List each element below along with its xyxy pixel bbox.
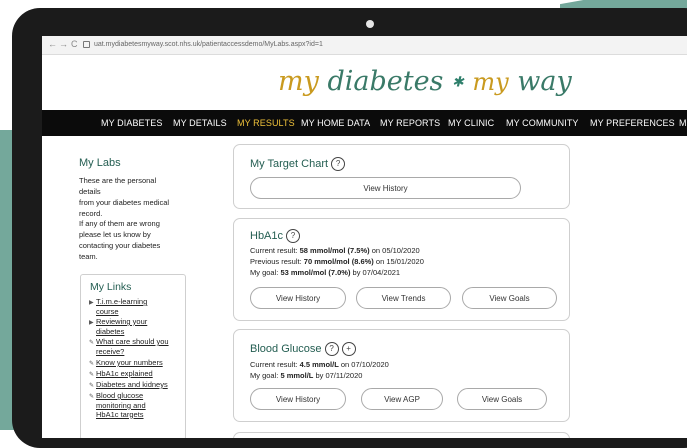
back-arrow-icon[interactable]: ←	[48, 40, 57, 49]
browser-address-bar[interactable]: ← → C uat.mydiabetesmyway.scot.nhs.uk/pa…	[42, 36, 687, 55]
hba1c-previous-result: Previous result: 70 mmol/mol (8.6%) on 1…	[250, 257, 424, 266]
nav-my-diabetes[interactable]: MY DIABETES	[101, 118, 162, 128]
blood-glucose-goal: My goal: 5 mmol/L by 07/11/2020	[250, 371, 363, 380]
help-icon[interactable]: ?	[286, 229, 301, 243]
logo-word-my-2: my	[472, 68, 509, 96]
blood-glucose-title: Blood Glucose? +	[250, 342, 356, 356]
logo-word-way: way	[517, 66, 572, 97]
arrow-bullet-icon: ▶	[89, 320, 94, 326]
sidebar-help-line: team.	[79, 252, 98, 261]
link-diabetes-kidneys[interactable]: ✎ Diabetes and kidneys	[89, 380, 168, 391]
hba1c-view-trends-button[interactable]: View Trends	[356, 287, 451, 309]
reload-icon[interactable]: C	[71, 40, 78, 49]
pdf-bullet-icon: ✎	[89, 361, 95, 367]
blood-glucose-card: Blood Glucose? + Current result: 4.5 mmol…	[233, 329, 570, 422]
sidebar-intro: These are the personal details from your…	[79, 175, 177, 219]
camera-dot	[366, 20, 374, 28]
glucose-view-agp-button[interactable]: View AGP	[361, 388, 443, 410]
forward-arrow-icon[interactable]: →	[59, 40, 68, 49]
blood-glucose-title-text: Blood Glucose	[250, 342, 322, 355]
pdf-bullet-icon: ✎	[89, 340, 95, 346]
hba1c-goal: My goal: 53 mmol/mol (7.0%) by 07/04/202…	[250, 268, 401, 277]
hba1c-view-goals-button[interactable]: View Goals	[462, 287, 557, 309]
help-icon[interactable]: ?	[324, 342, 339, 356]
main-nav: MY DIABETES MY DETAILS MY RESULTS MY HOM…	[42, 110, 687, 136]
target-chart-title: My Target Chart?	[250, 157, 346, 171]
logo-word-my: my	[278, 66, 319, 97]
link-know-numbers[interactable]: ✎ Know your numbers	[89, 358, 163, 369]
link-hba1c-explained[interactable]: ✎ HbA1c explained	[89, 369, 153, 380]
url-text[interactable]: uat.mydiabetesmyway.scot.nhs.uk/patienta…	[94, 41, 323, 48]
help-icon[interactable]: ?	[331, 157, 346, 171]
link-reviewing-diabetes[interactable]: ▶ Reviewing your diabetes	[89, 317, 147, 337]
arrow-bullet-icon: ▶	[89, 300, 94, 306]
my-links-title: My Links	[90, 281, 132, 293]
target-chart-title-text: My Target Chart	[250, 157, 329, 170]
nav-my-details[interactable]: MY DETAILS	[173, 118, 227, 128]
next-card-partial	[233, 432, 570, 438]
logo-word-diabetes: diabetes	[327, 66, 444, 97]
hba1c-title-text: HbA1c	[250, 229, 284, 242]
link-blood-glucose-monitoring[interactable]: ✎ Blood glucose monitoring and HbA1c targ…	[89, 391, 146, 419]
link-what-care[interactable]: ✎ What care should you receive?	[89, 337, 169, 357]
logo-star-icon: ✱	[452, 74, 464, 91]
lock-icon	[83, 41, 90, 48]
target-chart-view-history-button[interactable]: View History	[250, 177, 521, 199]
hba1c-title: HbA1c?	[250, 229, 301, 243]
nav-my-reports[interactable]: MY REPORTS	[380, 118, 440, 128]
nav-my-s[interactable]: MY S	[679, 118, 687, 128]
nav-my-home-data[interactable]: MY HOME DATA	[301, 118, 370, 128]
sidebar-help: If any of them are wrong please let us k…	[79, 218, 177, 262]
glucose-view-goals-button[interactable]: View Goals	[457, 388, 547, 410]
target-chart-card: My Target Chart? View History	[233, 144, 570, 209]
glucose-view-history-button[interactable]: View History	[250, 388, 346, 410]
site-logo[interactable]: my diabetes ✱ my way	[278, 64, 572, 104]
blood-glucose-current-result: Current result: 4.5 mmol/L on 07/10/2020	[250, 360, 389, 369]
sidebar-help-line: contacting your diabetes	[79, 241, 161, 250]
nav-my-preferences[interactable]: MY PREFERENCES	[590, 118, 675, 128]
nav-my-clinic[interactable]: MY CLINIC	[448, 118, 494, 128]
screen: ← → C uat.mydiabetesmyway.scot.nhs.uk/pa…	[42, 36, 687, 438]
add-icon[interactable]: +	[341, 342, 356, 356]
laptop-frame: ← → C uat.mydiabetesmyway.scot.nhs.uk/pa…	[12, 8, 687, 448]
hba1c-current-result: Current result: 58 mmol/mol (7.5%) on 05…	[250, 246, 420, 255]
sidebar-intro-line: These are the personal details	[79, 176, 157, 196]
sidebar-intro-line: from your diabetes medical	[79, 198, 170, 207]
sidebar-help-line: If any of them are wrong	[79, 219, 160, 228]
sidebar-help-line: please let us know by	[79, 230, 151, 239]
my-links-panel: My Links ▶ T.i.m.e-learning course ▶ Revie…	[80, 274, 186, 438]
pdf-bullet-icon: ✎	[89, 383, 95, 389]
nav-my-results[interactable]: MY RESULTS	[237, 118, 295, 128]
hba1c-view-history-button[interactable]: View History	[250, 287, 346, 309]
nav-my-community[interactable]: MY COMMUNITY	[506, 118, 579, 128]
hba1c-card: HbA1c? Current result: 58 mmol/mol (7.5%…	[233, 218, 570, 321]
pdf-bullet-icon: ✎	[89, 394, 95, 400]
pdf-bullet-icon: ✎	[89, 372, 95, 378]
link-time-learning[interactable]: ▶ T.i.m.e-learning course	[89, 297, 147, 317]
sidebar-title: My Labs	[79, 157, 121, 169]
